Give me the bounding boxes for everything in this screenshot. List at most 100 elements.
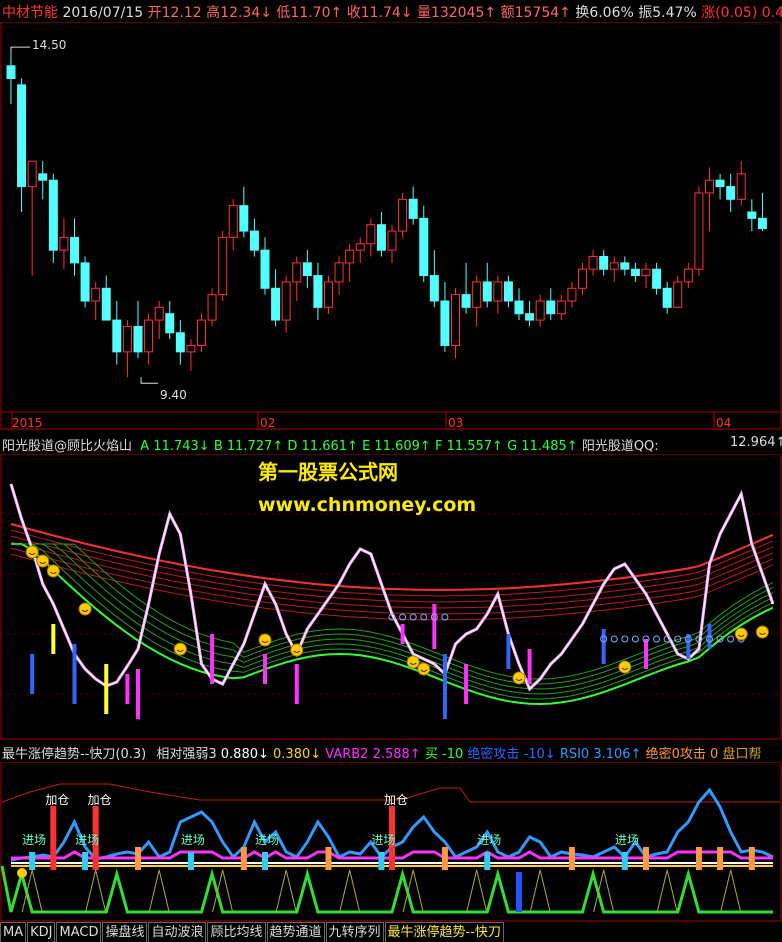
smiley-face	[417, 662, 431, 676]
date-label-02: 02	[260, 416, 276, 430]
candle-body	[747, 211, 757, 219]
signal-column	[240, 847, 247, 870]
add-position-label: 加仓	[384, 793, 408, 807]
smiley-icon	[258, 633, 272, 647]
candle-body	[6, 65, 16, 79]
smiley-face	[173, 642, 187, 656]
candle-body	[705, 179, 714, 194]
quote-date: 2016/07/15	[62, 5, 144, 21]
open-value: 12.12	[161, 5, 202, 21]
trend-triangle	[529, 869, 551, 913]
indicator1-header: 阳光股道@顾比火焰山 A 11.743↓ B 11.727↑ D 11.661↑…	[2, 435, 659, 454]
smiley-face	[78, 602, 92, 616]
tab-auto-wave[interactable]: 自动波浪	[148, 922, 207, 942]
candle-body	[324, 281, 333, 308]
indicator2-title[interactable]: 最牛涨停趋势--快刀(0.3)	[2, 747, 146, 762]
long-term-ma-line	[10, 523, 774, 591]
candle-body	[525, 313, 535, 321]
candle-body	[715, 179, 725, 188]
amplitude-label: 振	[638, 5, 653, 21]
ind2-item: 0.880↓	[220, 747, 269, 762]
candle-body	[292, 262, 302, 283]
candle-body	[313, 275, 323, 308]
signal-column	[262, 852, 268, 870]
signal-column	[516, 872, 522, 912]
smiley-face	[258, 633, 272, 647]
candle-body	[101, 287, 111, 321]
indicator1-title[interactable]: 阳光股道@顾比火焰山	[2, 439, 132, 454]
candle-body	[609, 262, 619, 270]
ind2-item: 盘口帮	[722, 747, 762, 762]
amplitude-value: 5.47%	[652, 5, 697, 21]
tab-td-sequential[interactable]: 九转序列	[325, 922, 384, 942]
smiley-icon	[290, 643, 304, 657]
tab-limit-up-trend[interactable]: 最牛涨停趋势--快刀	[384, 922, 504, 942]
close-value: 11.74↓	[360, 5, 413, 21]
candle-body	[546, 300, 556, 315]
indicator1-value-a: A 11.743↓	[140, 439, 210, 454]
candle-body	[91, 287, 101, 302]
smiley-face	[406, 655, 420, 669]
candle-body	[662, 287, 672, 308]
dot-marker	[441, 613, 449, 621]
candle-body	[27, 160, 37, 188]
ind2-item: 0.380↓	[273, 747, 322, 762]
quote-header: 中材节能 2016/07/15 开12.12 高12.34↓ 低11.70↑ 收…	[2, 2, 782, 22]
signal-bar	[464, 664, 469, 704]
indicator1-qq-label: 阳光股道QQ:	[581, 439, 659, 454]
high-marker: 14.50	[32, 38, 67, 52]
price-chart[interactable]	[0, 22, 782, 430]
signal-column	[643, 847, 649, 870]
tab-ma[interactable]: MA	[0, 922, 27, 942]
high-value: 12.34↓	[220, 5, 272, 21]
candle-body	[461, 294, 471, 308]
trend-base-line	[0, 865, 773, 914]
candle-body	[218, 236, 228, 296]
signal-column	[621, 852, 628, 870]
candle-body	[175, 332, 185, 353]
candle-body	[281, 281, 291, 321]
candle-body	[451, 294, 460, 346]
candle-body	[673, 281, 683, 308]
smiley-icon	[512, 671, 526, 685]
date-label-2015: 2015	[12, 416, 43, 430]
candle-body	[493, 281, 503, 302]
signal-column	[441, 847, 448, 870]
signal-bar	[72, 644, 77, 704]
smiley-face	[46, 564, 60, 578]
candle-body	[186, 345, 196, 353]
tab-kdj[interactable]: KDJ	[27, 922, 56, 942]
smiley-icon	[17, 868, 27, 878]
volume-label: 量	[416, 5, 431, 21]
trend-triangle	[339, 869, 361, 913]
tab-caopanxian[interactable]: 操盘线	[102, 922, 148, 942]
volume-value: 132045↑	[430, 5, 497, 21]
stock-name[interactable]: 中材节能	[2, 5, 58, 21]
candle-body	[630, 268, 640, 277]
signal-column	[50, 806, 57, 870]
signal-column	[325, 847, 332, 870]
tab-macd[interactable]: MACD	[56, 922, 102, 942]
entry-label: 进场	[371, 833, 395, 847]
signal-bar	[30, 654, 35, 694]
signal-bar	[400, 624, 405, 644]
signal-column	[568, 847, 575, 870]
watermark-url: www.chnmoney.com	[258, 494, 477, 516]
smiley-icon	[417, 662, 431, 676]
ind2-item: 3.106↑	[593, 747, 642, 762]
add-position-label: 加仓	[45, 793, 69, 807]
candle-body	[599, 256, 609, 270]
turnover-label: 换	[575, 5, 590, 21]
tab-trend-channel[interactable]: 趋势通道	[266, 922, 325, 942]
candle-body	[48, 179, 58, 251]
tab-gmma[interactable]: 顾比均线	[207, 922, 266, 942]
smiley-icon	[173, 642, 187, 656]
indicator2-header: 最牛涨停趋势--快刀(0.3) 相对强弱3 0.880↓ 0.380↓ VARB…	[2, 743, 761, 762]
turnover-value: 6.06%	[589, 5, 634, 21]
trend-indicator-chart[interactable]: 加仓 加仓 加仓进场 进场 进场 进场 进场 进场 进场	[0, 762, 782, 922]
candle-body	[165, 313, 175, 334]
candle-body	[122, 325, 132, 353]
signal-column	[82, 852, 89, 870]
amount-value: 15754↑	[514, 5, 571, 21]
entry-label: 进场	[615, 833, 639, 847]
